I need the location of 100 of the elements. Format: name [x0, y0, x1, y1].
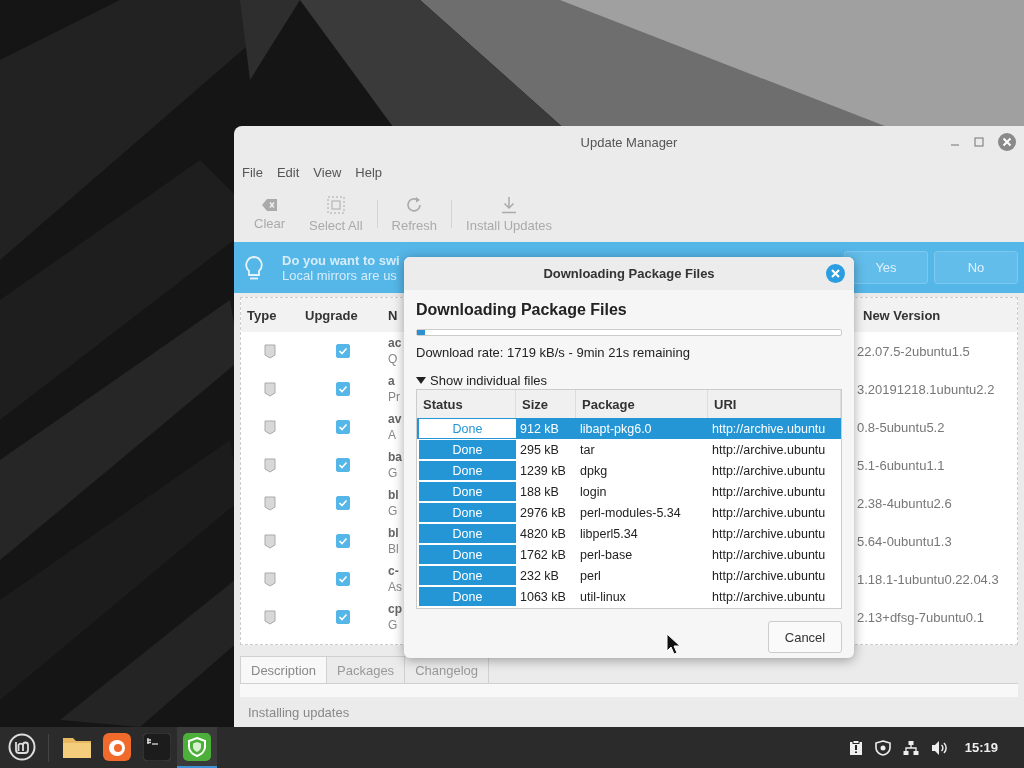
package-description: G	[388, 503, 398, 519]
table-row[interactable]: Done 1063 kB util-linux http://archive.ubuntu	[417, 586, 841, 607]
shield-icon	[264, 609, 276, 625]
table-cell-text: 4820 kB	[519, 526, 567, 541]
download-rate: Download rate: 1719 kB/s - 9min 21s remaining	[416, 345, 691, 360]
table-cell-text: http://archive.ubuntu	[711, 589, 827, 604]
banner-title: Do you want to swi	[282, 252, 400, 268]
version-text: 0.8-5ubuntu5.2	[857, 419, 945, 435]
clock[interactable]: 15:19	[964, 740, 998, 755]
checkbox[interactable]	[335, 382, 350, 396]
table-cell-text: http://archive.ubuntu	[711, 505, 827, 520]
table-row[interactable]: Done 4820 kB libperl5.34 http://archive.ubuntu	[417, 523, 841, 544]
table-row[interactable]: Done 232 kB perl http://archive.ubuntu	[417, 565, 841, 586]
column-header[interactable]: Upgrade	[299, 307, 358, 323]
table-cell-text: http://archive.ubuntu	[711, 547, 827, 562]
table-cell-text: login	[579, 484, 608, 499]
select-all-icon	[326, 195, 345, 214]
menu-item[interactable]: Help	[355, 164, 391, 180]
maximize-icon[interactable]	[974, 137, 984, 147]
browser-icon	[103, 732, 131, 761]
version-text: 22.07.5-2ubuntu1.5	[857, 343, 970, 359]
checkbox[interactable]	[335, 344, 350, 358]
menu-item[interactable]: File	[242, 164, 271, 180]
table-cell-text: 1063 kB	[519, 589, 567, 604]
status-bar-cell: Done	[419, 503, 516, 522]
shield-icon[interactable]	[874, 739, 891, 756]
status-bar-cell: Done	[419, 419, 516, 438]
table-row[interactable]: Done 1762 kB perl-base http://archive.ubuntu	[417, 544, 841, 565]
network-icon[interactable]	[902, 739, 919, 756]
banner-text: Local mirrors are us	[282, 267, 397, 283]
close-icon[interactable]	[998, 133, 1016, 151]
package-description: G	[388, 617, 398, 633]
table-cell-text: tar	[579, 442, 596, 457]
menu-item[interactable]: View	[313, 164, 350, 180]
package-name: a	[388, 373, 395, 389]
checkbox[interactable]	[335, 534, 350, 548]
window-title: Update Manager	[580, 134, 678, 150]
menu-item[interactable]: Edit	[276, 164, 308, 180]
column-header[interactable]: N	[386, 307, 398, 323]
backspace-icon	[261, 197, 278, 212]
version-text: 1.18.1-1ubuntu0.22.04.3	[857, 571, 999, 587]
download-icon	[501, 195, 518, 214]
version-text: 2.13+dfsg-7ubuntu0.1	[857, 609, 984, 625]
status-bar-cell: Done	[419, 440, 516, 459]
table-cell-text: http://archive.ubuntu	[711, 421, 827, 436]
table-row[interactable]: Done 1239 kB dpkg http://archive.ubuntu	[417, 460, 841, 481]
table-cell-text: 188 kB	[519, 484, 560, 499]
status-bar-cell: Done	[419, 524, 516, 543]
column-header[interactable]: Type	[241, 307, 277, 323]
table-cell-text: http://archive.ubuntu	[711, 484, 827, 499]
checkbox[interactable]	[335, 572, 350, 586]
checkbox[interactable]	[335, 610, 350, 624]
expander[interactable]: Show individual files	[416, 373, 548, 388]
package-name: bl	[388, 525, 399, 541]
mint-logo-icon	[8, 732, 36, 761]
table-cell-text: 232 kB	[519, 568, 560, 583]
shield-icon	[264, 495, 276, 511]
package-description: As	[388, 579, 402, 595]
checkmark-icon	[337, 422, 348, 432]
table-cell-text: 295 kB	[519, 442, 560, 457]
status-text: Installing updates	[248, 704, 350, 720]
checkmark-icon	[337, 612, 348, 622]
shield-icon	[183, 732, 211, 761]
table-cell-text: http://archive.ubuntu	[711, 568, 827, 583]
status-bar-cell: Done	[419, 461, 516, 480]
table-row[interactable]: Done 2976 kB perl-modules-5.34 http://archive.ubuntu	[417, 502, 841, 523]
checkbox[interactable]	[335, 420, 350, 434]
table-cell-text: 1762 kB	[519, 547, 567, 562]
table-cell-text: 912 kB	[519, 421, 560, 436]
clipboard-alert-icon[interactable]	[848, 739, 863, 756]
shield-icon	[264, 343, 276, 359]
checkmark-icon	[337, 346, 348, 356]
table-cell-text: 2976 kB	[519, 505, 567, 520]
taskbar-button[interactable]	[177, 727, 217, 768]
table-cell-text: dpkg	[579, 463, 609, 478]
column-header[interactable]: New Version	[857, 307, 941, 323]
status-bar-cell: Done	[419, 545, 516, 564]
table-cell-text: 1239 kB	[519, 463, 567, 478]
package-name: ac	[388, 335, 402, 351]
volume-icon[interactable]	[930, 739, 949, 756]
table-row[interactable]: Done 188 kB login http://archive.ubuntu	[417, 481, 841, 502]
dialog-title: Downloading Package Files	[543, 266, 715, 281]
lightbulb-icon	[244, 254, 264, 281]
checkmark-icon	[337, 498, 348, 508]
cancel-button[interactable]: Cancel	[768, 621, 842, 653]
checkbox[interactable]	[335, 496, 350, 510]
refresh-icon	[405, 195, 424, 214]
package-name: c-	[388, 563, 399, 579]
checkbox[interactable]	[335, 458, 350, 472]
version-text: 5.1-6ubuntu1.1	[857, 457, 945, 473]
terminal-icon	[143, 732, 171, 761]
shield-icon	[264, 381, 276, 397]
package-description: Bl	[388, 541, 399, 557]
package-description: A	[388, 427, 396, 443]
table-cell-text: perl	[579, 568, 602, 583]
shield-icon	[264, 571, 276, 587]
package-description: G	[388, 465, 398, 481]
table-row[interactable]: Done 295 kB tar http://archive.ubuntu	[417, 439, 841, 460]
close-icon[interactable]	[826, 264, 845, 283]
mouse-pointer-icon	[666, 633, 682, 655]
